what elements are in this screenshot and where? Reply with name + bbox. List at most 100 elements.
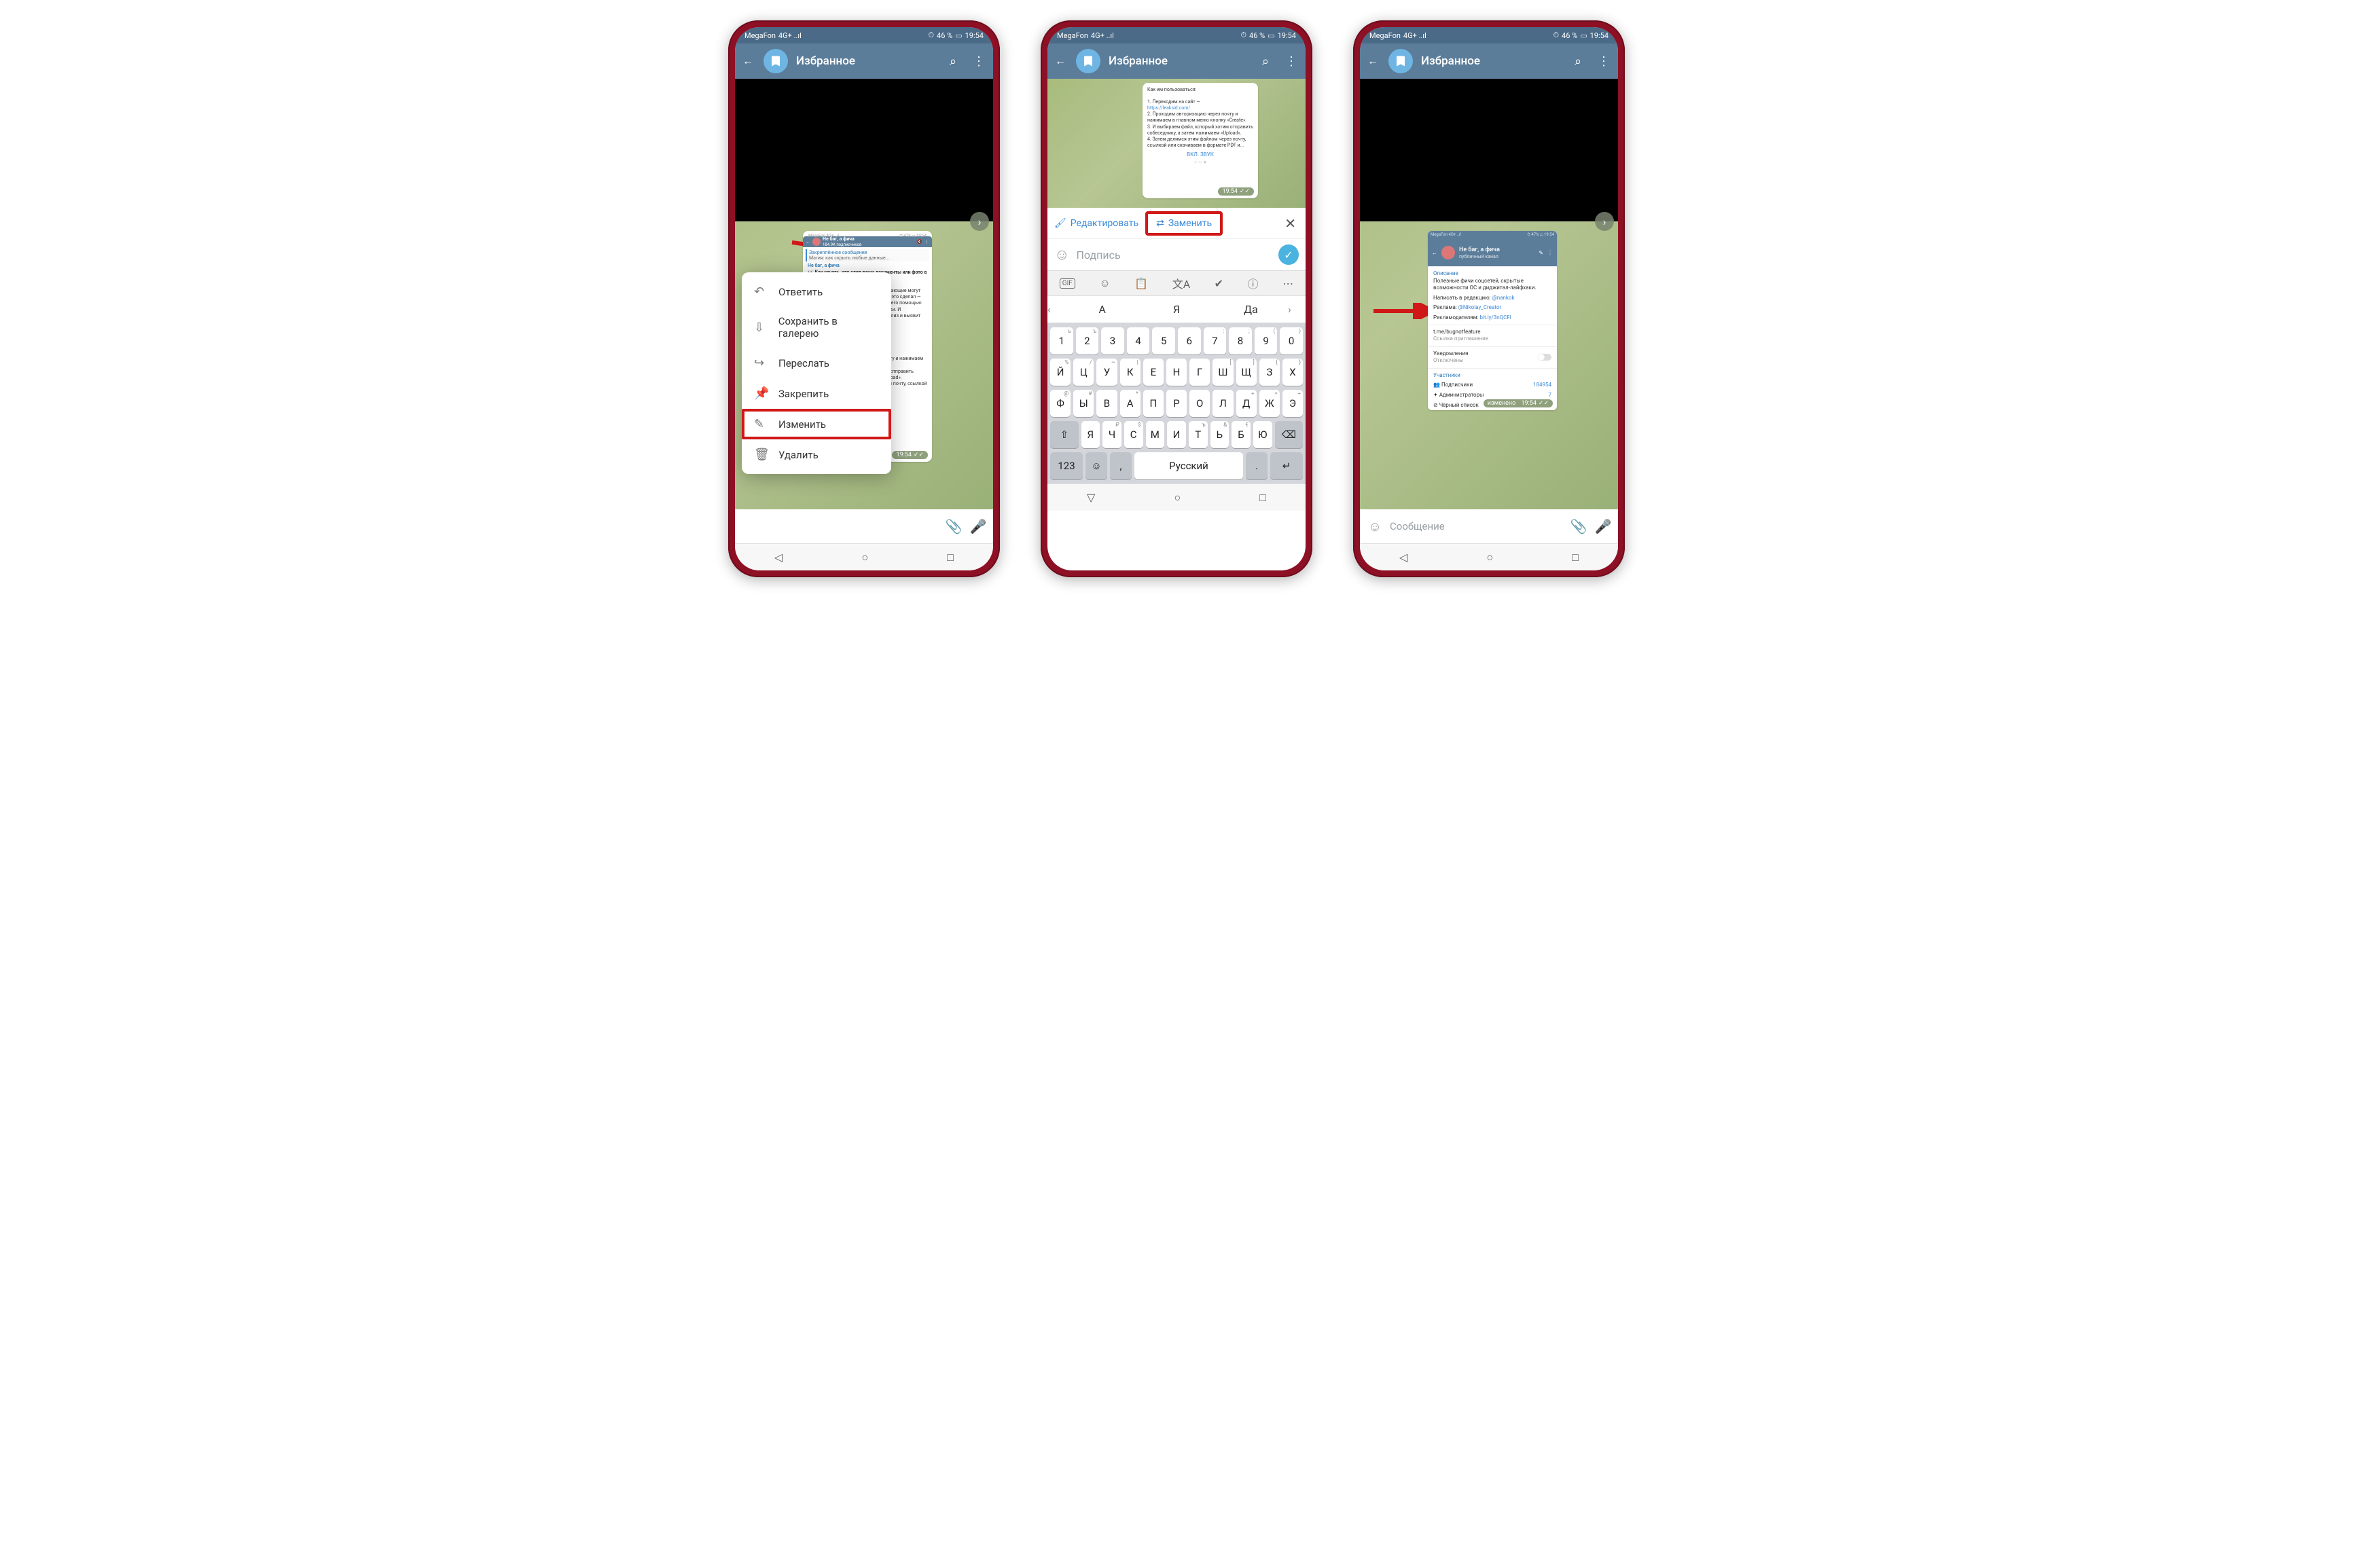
close-icon[interactable]: ✕ (1275, 215, 1306, 232)
key-4[interactable]: 4 (1127, 327, 1150, 354)
key-М[interactable]: М (1146, 421, 1165, 448)
back-icon[interactable]: ← (1053, 54, 1068, 68)
gif-icon[interactable]: GIF (1060, 278, 1075, 289)
key-Б[interactable]: Б€ (1232, 421, 1251, 448)
key-Ц[interactable]: Ц/ (1073, 359, 1094, 386)
more-icon[interactable]: ⋯ (1282, 277, 1293, 290)
chat-title[interactable]: Избранное (1109, 54, 1249, 68)
key-space[interactable]: Русский (1134, 452, 1243, 479)
key-Н[interactable]: Н (1166, 359, 1187, 386)
autocorrect-icon[interactable]: ✔︎ (1215, 277, 1223, 290)
nav-back-icon[interactable]: ◁ (774, 551, 783, 564)
search-icon[interactable]: ⌕ (944, 54, 962, 69)
nav-recent-icon[interactable]: □ (947, 551, 954, 564)
more-icon[interactable]: ⋮ (970, 54, 988, 69)
key-emoji[interactable]: ☺ (1085, 452, 1107, 479)
key-Е[interactable]: Е (1143, 359, 1164, 386)
key-Ю[interactable]: Ю (1253, 421, 1272, 448)
notif-toggle[interactable] (1538, 354, 1551, 361)
attach-icon[interactable]: 📎 (1569, 518, 1588, 534)
back-icon[interactable]: ← (740, 54, 755, 68)
key-Т[interactable]: Тъ (1189, 421, 1208, 448)
menu-save-gallery[interactable]: ⇩Сохранить в галерею (742, 307, 891, 348)
key-Х[interactable]: Х} (1282, 359, 1303, 386)
nav-home-icon[interactable]: ○ (1486, 551, 1493, 564)
key-Э[interactable]: Э÷ (1282, 390, 1303, 417)
nav-recent-icon[interactable]: □ (1572, 551, 1579, 564)
attach-icon[interactable]: 📎 (944, 518, 963, 534)
key-9[interactable]: 9( (1255, 327, 1278, 354)
key-Д[interactable]: Д+ (1236, 390, 1257, 417)
row-subscribers[interactable]: 👥 Подписчики184954 (1428, 380, 1557, 390)
key-Ь[interactable]: Ь& (1210, 421, 1229, 448)
sugg-3[interactable]: Да (1214, 303, 1288, 316)
key-Л[interactable]: Л (1213, 390, 1233, 417)
nav-back-icon[interactable]: ◁ (1399, 551, 1407, 564)
key-backspace[interactable]: ⌫ (1275, 421, 1304, 448)
key-Ф[interactable]: Ф@ (1050, 390, 1071, 417)
key-И[interactable]: И (1167, 421, 1186, 448)
menu-edit[interactable]: ✎Изменить (742, 409, 891, 439)
emoji-icon[interactable]: ☺ (1054, 246, 1069, 263)
key-Й[interactable]: Й% (1050, 359, 1071, 386)
compose-input[interactable]: Сообщение (1390, 520, 1564, 532)
sticker-icon[interactable]: ☺ (1099, 276, 1110, 290)
back-icon[interactable]: ← (1365, 54, 1380, 68)
key-О[interactable]: О (1189, 390, 1210, 417)
key-1[interactable]: 1ь (1050, 327, 1073, 354)
send-button[interactable]: ✓ (1278, 244, 1299, 265)
key-С[interactable]: С$ (1124, 421, 1143, 448)
key-Щ[interactable]: Щ] (1236, 359, 1257, 386)
key-enter[interactable]: ↵ (1270, 452, 1303, 479)
key-shift[interactable]: ⇧ (1050, 421, 1079, 448)
nav-home-icon[interactable]: ○ (861, 551, 868, 564)
key-К[interactable]: К| (1120, 359, 1140, 386)
key-comma[interactable]: , (1110, 452, 1132, 479)
sugg-2[interactable]: Я (1139, 303, 1213, 316)
replace-button[interactable]: ⇄Заменить (1145, 211, 1223, 236)
menu-forward[interactable]: ↪Переслать (742, 348, 891, 378)
sugg-left-icon[interactable]: ‹ (1047, 303, 1065, 316)
more-icon[interactable]: ⋮ (1595, 54, 1613, 69)
key-6[interactable]: 6 (1178, 327, 1201, 354)
mic-icon[interactable]: 🎤 (969, 518, 988, 534)
key-2[interactable]: 2ъ (1076, 327, 1099, 354)
nav-home-icon[interactable]: ○ (1174, 491, 1181, 505)
sugg-right-icon[interactable]: › (1288, 303, 1306, 316)
channel-info-bubble[interactable]: MegaFon 4G+ ..ıl⏱ 47% ▭ 19:54 ← Не баг, … (1428, 231, 1557, 410)
next-media-icon[interactable]: › (1595, 212, 1614, 231)
menu-delete[interactable]: 🗑Удалить (742, 439, 891, 470)
key-8[interactable]: 8; (1229, 327, 1252, 354)
sticker-icon[interactable]: ☺ (1365, 518, 1384, 535)
key-5[interactable]: 5 (1152, 327, 1175, 354)
translate-icon[interactable]: 文A (1172, 275, 1190, 291)
key-З[interactable]: З{ (1259, 359, 1280, 386)
edit-button[interactable]: 🖌Редактировать (1047, 218, 1145, 229)
message-bubble[interactable]: Как им пользоваться: 1. Переходим на сай… (1143, 83, 1258, 198)
key-123[interactable]: 123 (1050, 452, 1083, 479)
row-admins[interactable]: ✦ Администраторы7 (1428, 390, 1557, 400)
clipboard-icon[interactable]: 📋 (1134, 277, 1148, 290)
saved-avatar[interactable] (764, 49, 788, 73)
saved-avatar[interactable] (1076, 49, 1100, 73)
key-Ш[interactable]: Ш[ (1213, 359, 1233, 386)
caption-input[interactable]: Подпись (1076, 249, 1272, 261)
key-Я[interactable]: Я (1081, 421, 1100, 448)
key-У[interactable]: У~ (1096, 359, 1117, 386)
key-Ч[interactable]: Ч₽ (1102, 421, 1121, 448)
menu-reply[interactable]: ↶Ответить (742, 276, 891, 307)
key-3[interactable]: 3 (1101, 327, 1124, 354)
nav-recent-icon[interactable]: □ (1259, 491, 1266, 505)
nav-hide-kbd-icon[interactable]: ▽ (1087, 491, 1095, 504)
chat-title[interactable]: Избранное (796, 54, 936, 68)
key-П[interactable]: П (1143, 390, 1164, 417)
key-Ж[interactable]: Ж= (1259, 390, 1280, 417)
sugg-1[interactable]: А (1065, 303, 1139, 316)
search-icon[interactable]: ⌕ (1569, 54, 1587, 69)
chat-title[interactable]: Избранное (1421, 54, 1561, 68)
key-А[interactable]: А* (1120, 390, 1140, 417)
saved-avatar[interactable] (1388, 49, 1413, 73)
settings-icon[interactable]: ⓘ (1248, 275, 1259, 291)
key-0[interactable]: 0) (1280, 327, 1303, 354)
key-7[interactable]: 7: (1204, 327, 1227, 354)
